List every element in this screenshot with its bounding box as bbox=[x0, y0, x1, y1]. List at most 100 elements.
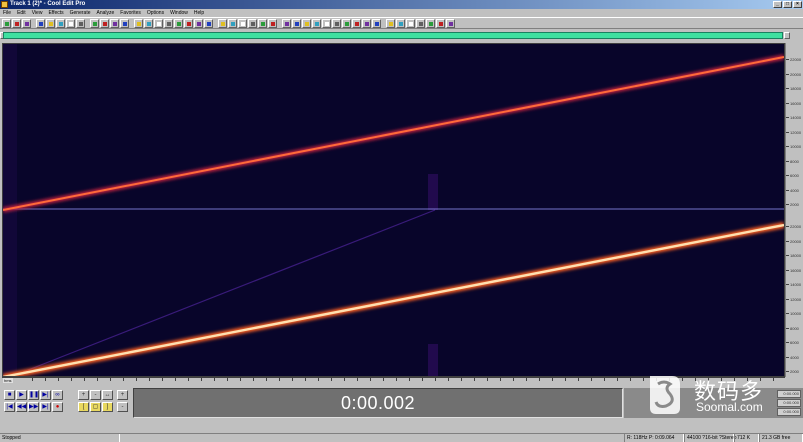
time-format-label[interactable]: hms bbox=[3, 378, 13, 383]
paste-icon[interactable] bbox=[56, 18, 65, 28]
selection-length[interactable]: 0:00.000 bbox=[777, 408, 801, 416]
play-button[interactable]: ▶ bbox=[16, 390, 27, 400]
dynamics-icon[interactable] bbox=[436, 18, 445, 28]
time-tick bbox=[305, 378, 306, 381]
menu-options[interactable]: Options bbox=[147, 9, 164, 17]
mute-icon[interactable] bbox=[386, 18, 395, 28]
forward-button[interactable]: ▶▶ bbox=[28, 402, 39, 412]
cd-player-icon[interactable] bbox=[194, 18, 203, 28]
maximize-button[interactable]: □ bbox=[783, 1, 792, 8]
loop-play-icon[interactable] bbox=[164, 18, 173, 28]
zoom-selection-button[interactable]: ▢ bbox=[90, 402, 101, 412]
mix-paste-icon[interactable] bbox=[76, 18, 85, 28]
minimize-button[interactable]: _ bbox=[773, 1, 782, 8]
frequency-analysis-icon[interactable] bbox=[218, 18, 227, 28]
zoom-right-button[interactable]: ] bbox=[102, 402, 113, 412]
scripts-icon[interactable] bbox=[204, 18, 213, 28]
filter-icon[interactable] bbox=[352, 18, 361, 28]
envelope-icon[interactable] bbox=[312, 18, 321, 28]
hiss-reduction-icon[interactable] bbox=[446, 18, 455, 28]
time-tick bbox=[461, 378, 462, 381]
loop-button[interactable]: ∞ bbox=[52, 390, 63, 400]
record-button[interactable]: ● bbox=[52, 402, 63, 412]
spectrogram[interactable] bbox=[3, 44, 784, 376]
time-tick bbox=[71, 378, 72, 381]
stop-button[interactable]: ■ bbox=[4, 390, 15, 400]
time-tick bbox=[643, 378, 644, 381]
invert-icon[interactable] bbox=[416, 18, 425, 28]
time-tick bbox=[32, 378, 33, 381]
zoom-full-horizontal-button[interactable]: ↔ bbox=[102, 390, 113, 400]
open-file-icon[interactable] bbox=[12, 18, 21, 28]
zoom-out-vertical-button[interactable]: - bbox=[117, 402, 128, 412]
overview-track[interactable] bbox=[3, 32, 783, 39]
redo-icon[interactable] bbox=[100, 18, 109, 28]
click-eliminator-icon[interactable] bbox=[292, 18, 301, 28]
phase-analysis-icon[interactable] bbox=[228, 18, 237, 28]
menu-view[interactable]: View bbox=[32, 9, 43, 17]
rewind-button[interactable]: ◀◀ bbox=[16, 402, 27, 412]
menu-effects[interactable]: Effects bbox=[48, 9, 63, 17]
new-file-icon[interactable] bbox=[2, 18, 11, 28]
free-space-readout: 21.3 GB free bbox=[759, 434, 803, 442]
overview-bar[interactable] bbox=[0, 30, 803, 42]
menu-analyze[interactable]: Analyze bbox=[97, 9, 115, 17]
cool-edit-icon[interactable] bbox=[1, 1, 8, 8]
menu-favorites[interactable]: Favorites bbox=[120, 9, 141, 17]
pause-button[interactable]: ❚❚ bbox=[28, 390, 39, 400]
silence-icon[interactable] bbox=[396, 18, 405, 28]
selection-begin[interactable]: 0:00.000 bbox=[777, 390, 801, 398]
selection-end[interactable]: 0:00.000 bbox=[777, 399, 801, 407]
marker-list-icon[interactable] bbox=[248, 18, 257, 28]
equalizer-icon[interactable] bbox=[322, 18, 331, 28]
go-end-button[interactable]: ▶| bbox=[40, 402, 51, 412]
reverse-icon[interactable] bbox=[426, 18, 435, 28]
noise-reduction-icon[interactable] bbox=[282, 18, 291, 28]
settings-icon[interactable] bbox=[120, 18, 129, 28]
copy-icon[interactable] bbox=[46, 18, 55, 28]
time-tick bbox=[487, 378, 488, 381]
time-ruler[interactable]: hms bbox=[2, 377, 785, 384]
save-file-icon[interactable] bbox=[22, 18, 31, 28]
statistics-icon[interactable] bbox=[238, 18, 247, 28]
reverb-icon[interactable] bbox=[342, 18, 351, 28]
zoom-in-horizontal-button[interactable]: + bbox=[78, 390, 89, 400]
time-tick bbox=[422, 378, 423, 381]
time-tick bbox=[604, 378, 605, 381]
menu-bar: File Edit View Effects Generate Analyze … bbox=[0, 9, 803, 17]
time-tick bbox=[227, 378, 228, 381]
metronome-icon[interactable] bbox=[184, 18, 193, 28]
zoom-in-vertical-button[interactable]: + bbox=[117, 390, 128, 400]
cue-list-icon[interactable] bbox=[258, 18, 267, 28]
menu-help[interactable]: Help bbox=[194, 9, 204, 17]
stretch-icon[interactable] bbox=[372, 18, 381, 28]
repeat-last-icon[interactable] bbox=[110, 18, 119, 28]
time-tick bbox=[357, 378, 358, 381]
cut-icon[interactable] bbox=[36, 18, 45, 28]
menu-window[interactable]: Window bbox=[170, 9, 188, 17]
close-button[interactable]: × bbox=[793, 1, 802, 8]
spectral-pan-icon[interactable] bbox=[154, 18, 163, 28]
pitch-bend-icon[interactable] bbox=[362, 18, 371, 28]
overview-right-cap[interactable] bbox=[784, 32, 790, 39]
playlist-icon[interactable] bbox=[268, 18, 277, 28]
time-tick bbox=[708, 378, 709, 381]
time-tick bbox=[526, 378, 527, 381]
spectral-view[interactable] bbox=[2, 43, 785, 377]
play-to-end-button[interactable]: ▶| bbox=[40, 390, 51, 400]
go-start-button[interactable]: |◀ bbox=[4, 402, 15, 412]
spectral-view-icon[interactable] bbox=[144, 18, 153, 28]
amplify-icon[interactable] bbox=[302, 18, 311, 28]
waveform-view-icon[interactable] bbox=[134, 18, 143, 28]
normalize-icon[interactable] bbox=[406, 18, 415, 28]
paste-new-icon[interactable] bbox=[66, 18, 75, 28]
zoom-left-button[interactable]: [ bbox=[78, 402, 89, 412]
delay-icon[interactable] bbox=[332, 18, 341, 28]
menu-generate[interactable]: Generate bbox=[70, 9, 91, 17]
menu-file[interactable]: File bbox=[3, 9, 11, 17]
zoom-out-horizontal-button[interactable]: - bbox=[90, 390, 101, 400]
play-to-end-icon[interactable] bbox=[174, 18, 183, 28]
undo-icon[interactable] bbox=[90, 18, 99, 28]
menu-edit[interactable]: Edit bbox=[17, 9, 26, 17]
time-tick bbox=[448, 378, 449, 381]
